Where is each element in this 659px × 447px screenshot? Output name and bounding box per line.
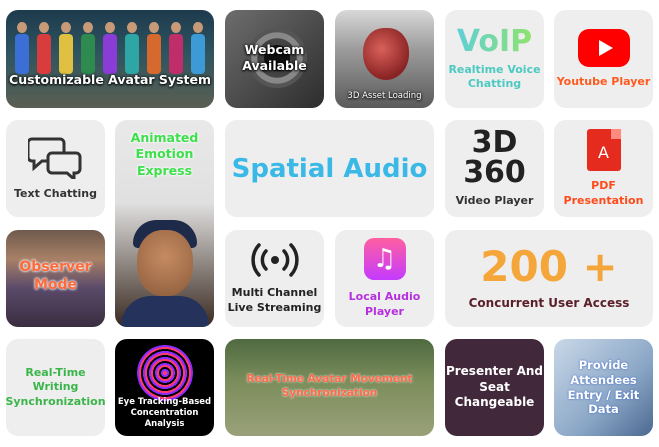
- tile-spatial-audio: Spatial Audio: [225, 120, 434, 217]
- pdf-file-icon: A: [586, 129, 621, 172]
- avatar-movement-label: Real-Time Avatar Movement Synchronizatio…: [246, 373, 413, 399]
- tile-avatar-system: Customizable Avatar System: [6, 10, 214, 108]
- tile-concurrent-users: 200 + Concurrent User Access: [445, 230, 653, 327]
- eye-tracking-label: Eye Tracking-Based Concentration Analysi…: [117, 396, 212, 429]
- tile-360-video: 3D 360 Video Player: [445, 120, 544, 217]
- 3d-asset-label: 3D Asset Loading: [347, 90, 422, 101]
- pdf-label: PDF Presentation: [563, 179, 644, 207]
- tile-avatar-movement: Real-Time Avatar Movement Synchronizatio…: [225, 339, 434, 436]
- tile-animated-emotion: Animated Emotion Express: [115, 120, 214, 327]
- avatar-system-label: Customizable Avatar System: [9, 71, 211, 87]
- pdf-glyph: A: [598, 143, 609, 163]
- youtube-label: Youtube Player: [556, 74, 651, 88]
- music-note-icon: ♫: [363, 238, 406, 281]
- attendees-label: Provide Attendees Entry / Exit Data: [567, 357, 640, 417]
- eye-tracking-icon: [137, 345, 193, 401]
- tile-multi-channel: Multi Channel Live Streaming: [225, 230, 324, 327]
- youtube-play-icon: [577, 28, 630, 67]
- voip-title: VoIP: [456, 23, 533, 59]
- tile-pdf: A PDF Presentation: [554, 120, 653, 217]
- video-player-label: Video Player: [455, 194, 534, 208]
- broadcast-icon: [250, 243, 299, 277]
- 3d-title: 3D: [471, 125, 518, 161]
- tile-attendees-data: Provide Attendees Entry / Exit Data: [554, 339, 653, 436]
- avatar-face: [137, 230, 193, 296]
- tile-local-audio: ♫ Local Audio Player: [335, 230, 434, 327]
- voip-label: Realtime Voice Chatting: [448, 62, 541, 90]
- tile-eye-tracking: Eye Tracking-Based Concentration Analysi…: [115, 339, 214, 436]
- tile-presenter: Presenter And Seat Changeable: [445, 339, 544, 436]
- 360-title: 360: [463, 155, 526, 191]
- text-chatting-label: Text Chatting: [13, 187, 97, 201]
- writing-sync-label: Real-Time Writing Synchronization: [6, 366, 105, 408]
- tile-3d-asset: 3D Asset Loading: [335, 10, 434, 108]
- tile-youtube: Youtube Player: [554, 10, 653, 108]
- heart-model-icon: [363, 28, 409, 80]
- multi-channel-label: Multi Channel Live Streaming: [227, 286, 322, 314]
- tile-voip: VoIP Realtime Voice Chatting: [445, 10, 544, 108]
- tile-text-chatting: Text Chatting: [6, 120, 105, 217]
- local-audio-label: Local Audio Player: [348, 290, 421, 318]
- concurrent-users-label: Concurrent User Access: [468, 295, 630, 310]
- user-count: 200 +: [480, 241, 618, 291]
- tile-webcam: Webcam Available: [225, 10, 324, 108]
- animated-emotion-label: Animated Emotion Express: [130, 130, 199, 178]
- presenter-label: Presenter And Seat Changeable: [445, 364, 544, 410]
- chat-bubbles-icon: [27, 137, 81, 180]
- tile-observer-mode: Observer Mode: [6, 230, 105, 327]
- tile-writing-sync: Real-Time Writing Synchronization: [6, 339, 105, 436]
- webcam-label: Webcam Available: [242, 42, 307, 74]
- avatar-shirt: [121, 296, 209, 327]
- observer-mode-label: Observer Mode: [19, 259, 92, 294]
- spatial-audio-label: Spatial Audio: [231, 153, 428, 184]
